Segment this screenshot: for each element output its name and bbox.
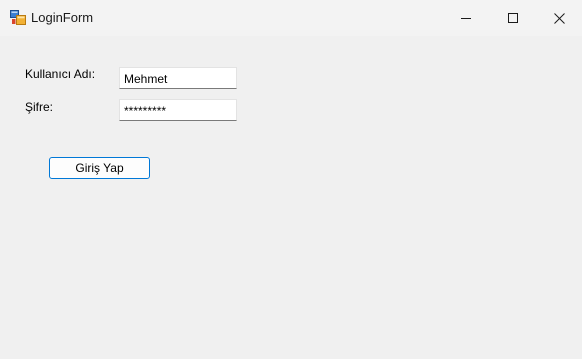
maximize-icon [508, 13, 518, 23]
minimize-icon [461, 18, 471, 19]
username-input[interactable] [119, 67, 237, 89]
title-bar[interactable]: LoginForm [0, 0, 582, 36]
form-client-area: Kullanıcı Adı: Şifre: Giriş Yap [0, 36, 582, 359]
winforms-app-icon[interactable] [10, 10, 26, 26]
maximize-button[interactable] [490, 0, 536, 36]
close-button[interactable] [536, 0, 582, 36]
password-label: Şifre: [25, 100, 54, 114]
minimize-button[interactable] [443, 0, 489, 36]
password-input[interactable] [119, 99, 237, 121]
login-button[interactable]: Giriş Yap [49, 157, 150, 179]
close-icon [553, 12, 565, 24]
username-label: Kullanıcı Adı: [25, 67, 96, 81]
window-title: LoginForm [31, 10, 94, 25]
login-form-window: LoginForm Kullanıcı Adı: Şifre: Giriş Ya… [0, 0, 582, 359]
